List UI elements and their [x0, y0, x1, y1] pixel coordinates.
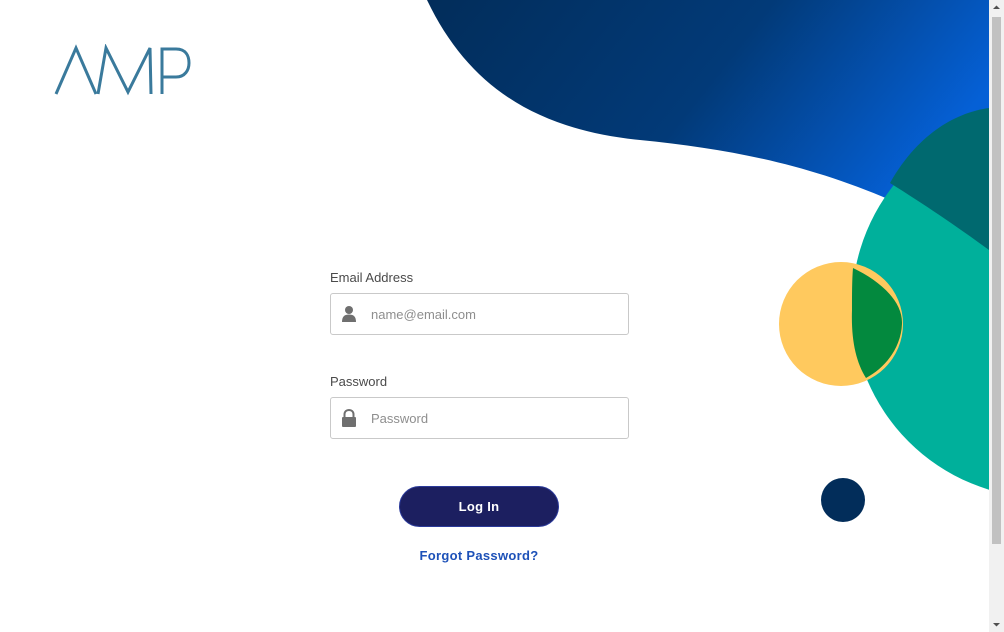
login-button[interactable]: Log In	[399, 486, 559, 527]
scroll-up-arrow-icon[interactable]	[989, 0, 1004, 15]
navy-dot-shape	[821, 478, 865, 522]
user-icon	[342, 306, 356, 322]
field-spacer	[330, 335, 629, 374]
scrollbar-thumb[interactable]	[992, 17, 1001, 544]
forgot-password-link[interactable]: Forgot Password?	[399, 548, 559, 563]
email-field-wrapper[interactable]	[330, 293, 629, 335]
email-label: Email Address	[330, 270, 414, 285]
email-input[interactable]	[371, 294, 621, 334]
login-form: Email Address Password	[330, 270, 629, 439]
login-page: Email Address Password Log In Forgot Pas…	[0, 0, 1004, 632]
vertical-scrollbar[interactable]	[989, 0, 1004, 632]
lock-icon	[342, 409, 356, 427]
scroll-down-arrow-icon[interactable]	[989, 617, 1004, 632]
password-label: Password	[330, 374, 388, 389]
password-field-wrapper[interactable]	[330, 397, 629, 439]
amp-logo	[54, 44, 191, 96]
password-input[interactable]	[371, 398, 621, 438]
